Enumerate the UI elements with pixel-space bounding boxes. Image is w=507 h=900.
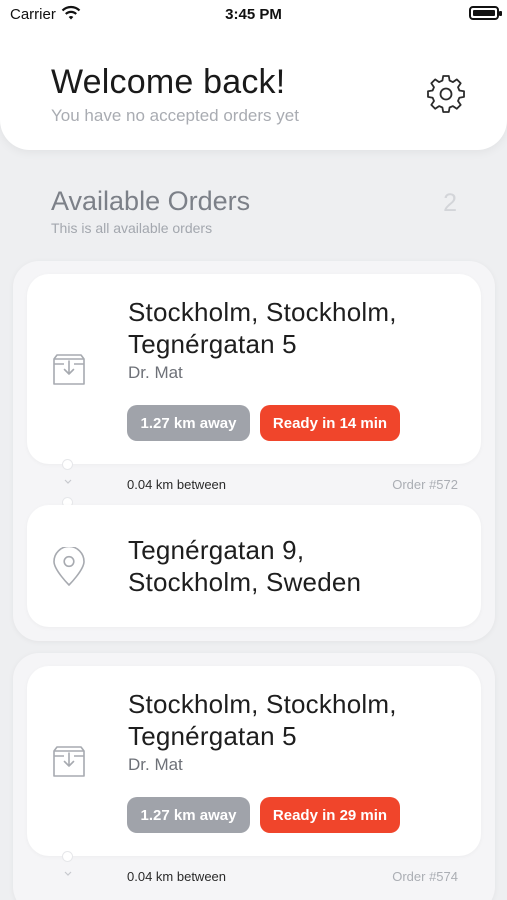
settings-button[interactable] xyxy=(424,72,468,116)
pickup-card[interactable]: Stockholm, Stockholm, Tegnérgatan 5 Dr. … xyxy=(27,666,481,856)
page-subtitle: You have no accepted orders yet xyxy=(51,106,299,125)
page-title: Welcome back! xyxy=(51,63,286,101)
clock: 3:45 PM xyxy=(225,6,282,23)
orders-count: 2 xyxy=(443,189,457,217)
order-card[interactable]: Stockholm, Stockholm, Tegnérgatan 5 Dr. … xyxy=(13,261,495,641)
chevron-down-icon xyxy=(63,869,72,878)
order-card[interactable]: Stockholm, Stockholm, Tegnérgatan 5 Dr. … xyxy=(13,653,495,900)
gear-icon xyxy=(427,75,465,113)
battery-icon xyxy=(469,6,502,20)
order-number: Order #572 xyxy=(392,477,458,492)
section-subtitle: This is all available orders xyxy=(51,220,213,236)
restaurant-name: Dr. Mat xyxy=(128,755,183,774)
pickup-address: Stockholm, Stockholm, Tegnérgatan 5 xyxy=(128,689,397,751)
order-number: Order #574 xyxy=(392,869,458,884)
distance-badge: 1.27 km away xyxy=(127,405,250,441)
dropoff-address: Tegnérgatan 9, Stockholm, Sweden xyxy=(128,535,362,597)
header-card: Carrier 3:45 PM Welcome back! You have n… xyxy=(0,0,507,150)
distance-badge: 1.27 km away xyxy=(127,797,250,833)
location-pin-icon xyxy=(49,547,89,587)
package-icon xyxy=(49,742,89,782)
chevron-down-icon xyxy=(63,477,72,486)
route-dot xyxy=(63,852,72,861)
dropoff-card[interactable]: Tegnérgatan 9, Stockholm, Sweden xyxy=(27,505,481,627)
pickup-card[interactable]: Stockholm, Stockholm, Tegnérgatan 5 Dr. … xyxy=(27,274,481,464)
ready-time-badge: Ready in 29 min xyxy=(260,797,400,833)
between-distance: 0.04 km between xyxy=(127,869,227,884)
restaurant-name: Dr. Mat xyxy=(128,363,183,382)
section-title: Available Orders xyxy=(51,186,251,216)
route-dot xyxy=(63,460,72,469)
between-distance: 0.04 km between xyxy=(127,477,227,492)
pickup-address: Stockholm, Stockholm, Tegnérgatan 5 xyxy=(128,297,397,359)
status-bar: Carrier 3:45 PM xyxy=(0,0,507,28)
package-icon xyxy=(49,350,89,390)
ready-time-badge: Ready in 14 min xyxy=(260,405,400,441)
